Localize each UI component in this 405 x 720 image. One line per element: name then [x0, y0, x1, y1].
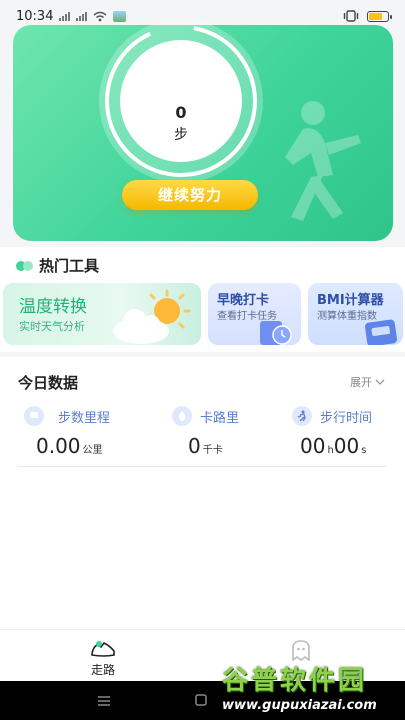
distance-value: 0.00 [36, 434, 81, 458]
walk-seconds-value: 00 [333, 434, 360, 458]
checkin-card[interactable]: 早晚打卡 查看打卡任务 [208, 283, 301, 345]
home-nav-icon[interactable] [194, 693, 208, 707]
watermark-logo: 谷普软件园 www.gupuxiazai.com [222, 658, 405, 720]
wifi-icon [93, 11, 107, 21]
card-title: BMI计算器 [317, 293, 384, 308]
walk-hours-value: 00 [300, 434, 326, 458]
chevron-down-icon [375, 379, 385, 385]
today-data-panel [0, 357, 405, 629]
keep-going-button[interactable]: 继续努力 [122, 180, 258, 210]
card-title: 温度转换 [19, 297, 87, 317]
hot-tools-title: 热门工具 [39, 257, 100, 275]
section-dots-icon [16, 260, 33, 271]
gallery-icon [113, 10, 127, 22]
stat-label: 步数里程 [58, 410, 111, 426]
watermark-url: www.gupuxiazai.com [222, 698, 377, 713]
running-icon [292, 406, 312, 426]
step-unit: 步 [174, 127, 188, 143]
watermark-title: 谷普软件园 [222, 666, 368, 696]
flag-icon [24, 406, 44, 426]
stat-distance: 步数里程 0.00 公里 [24, 404, 159, 458]
menu-nav-icon[interactable] [96, 694, 112, 708]
card-title: 早晚打卡 [217, 293, 270, 308]
stat-calories: 卡路里 0 千卡 [172, 404, 307, 458]
expand-label: 展开 [350, 376, 372, 389]
today-data-title: 今日数据 [18, 374, 79, 392]
hot-tools-header: 热门工具 [16, 255, 99, 276]
signal-icon-2 [76, 11, 88, 21]
signal-icon [59, 11, 71, 21]
stat-label: 步行时间 [320, 410, 373, 426]
bmi-calculator-card[interactable]: BMI计算器 测算体重指数 [308, 283, 403, 345]
flame-icon [172, 406, 192, 426]
bmi-scale-icon [364, 319, 398, 345]
calories-value: 0 [188, 434, 201, 458]
runner-illustration-icon [285, 101, 361, 221]
calories-unit: 千卡 [202, 445, 223, 456]
stat-label: 卡路里 [200, 410, 240, 426]
vibrate-icon [343, 10, 359, 22]
distance-unit: 公里 [82, 445, 103, 456]
step-count: 0 [175, 103, 187, 122]
walk-seconds-unit: s [361, 445, 367, 456]
stat-walk-time: 步行时间 00 h 00 s [292, 404, 405, 458]
tab-walk[interactable]: 走路 [43, 630, 163, 682]
divider [18, 466, 386, 467]
app-screen: 10:34 0 步 继续努力 热门工具 温度转换 实时天气分析 早晚打卡 查看打… [0, 0, 405, 720]
shoe-icon [91, 641, 115, 657]
temperature-convert-card[interactable]: 温度转换 实时天气分析 [3, 283, 201, 345]
alarm-clock-icon [260, 321, 292, 345]
card-subtitle: 实时天气分析 [19, 320, 85, 333]
tab-label: 走路 [90, 663, 115, 677]
status-time: 10:34 [16, 8, 54, 24]
weather-sun-cloud-icon [113, 289, 191, 344]
expand-toggle[interactable]: 展开 [350, 374, 385, 390]
battery-icon [367, 10, 392, 22]
